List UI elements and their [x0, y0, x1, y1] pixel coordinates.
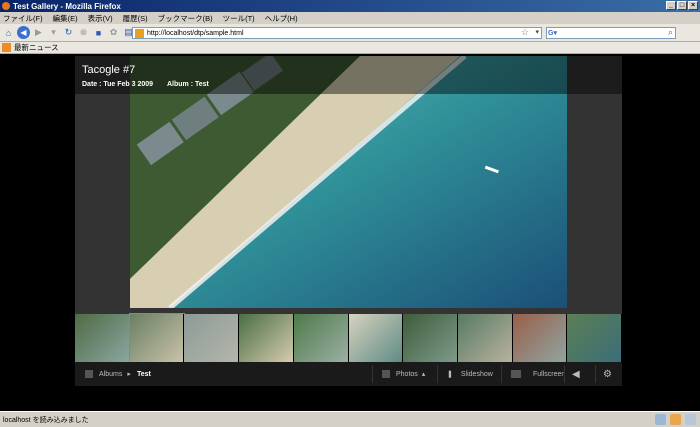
menu-help[interactable]: ヘルプ(H) [265, 13, 298, 24]
photo-album: Album : Test [167, 81, 209, 88]
menu-bar: ファイル(F) 編集(E) 表示(V) 履歴(S) ブックマーク(B) ツール(… [0, 12, 700, 24]
url-dropdown-icon[interactable]: ▾ [535, 28, 539, 36]
reload-icon[interactable]: ↻ [62, 26, 75, 39]
gallery-viewer: Tacogle #7 Date : Tue Feb 3 2009 Album :… [75, 56, 623, 386]
status-text: localhost を読み込みました [3, 416, 89, 424]
thumbnail[interactable] [348, 314, 404, 362]
photos-button[interactable]: Photos ▴ [382, 362, 425, 386]
thumbnail[interactable] [184, 314, 240, 362]
photo-title: Tacogle #7 [82, 64, 136, 76]
thumbnail[interactable] [239, 314, 294, 362]
google-icon[interactable]: G▾ [548, 29, 558, 38]
window-title: Test Gallery - Mozilla Firefox [13, 1, 121, 11]
fullscreen-button[interactable]: Fullscreen [511, 362, 565, 386]
previous-icon: ◀ [572, 368, 580, 380]
search-input[interactable]: G▾ ⌕ [546, 27, 676, 39]
thumbnail[interactable] [75, 314, 130, 362]
maximize-button[interactable]: □ [677, 1, 687, 10]
home-page-icon[interactable]: ■ [92, 26, 105, 39]
bookmark-star-icon[interactable]: ☆ [521, 27, 529, 38]
menu-file[interactable]: ファイル(F) [3, 13, 43, 24]
firefox-icon [2, 2, 10, 10]
previous-button[interactable]: ◀ [572, 362, 580, 386]
gallery-controls: Albums ▸ Test Photos ▴ ❚ Slideshow Fulls… [75, 362, 622, 386]
thumbnail-strip [75, 313, 623, 363]
security-icon[interactable] [685, 414, 696, 425]
addon-icon[interactable] [670, 414, 681, 425]
minimize-button[interactable]: _ [666, 1, 676, 10]
rss-icon [2, 43, 11, 52]
settings-icon[interactable]: ✿ [107, 26, 120, 39]
thumbnail[interactable] [293, 314, 349, 362]
slideshow-button[interactable]: ❚ Slideshow [447, 362, 493, 386]
site-favicon [135, 28, 144, 38]
bookmarks-toolbar: 最新ニュース [0, 42, 700, 54]
albums-button[interactable]: Albums ▸ [85, 362, 131, 386]
menu-bookmarks[interactable]: ブックマーク(B) [158, 13, 213, 24]
url-text: http://localhost/dtp/sample.html [147, 29, 244, 37]
menu-view[interactable]: 表示(V) [88, 13, 113, 24]
navigation-toolbar: ⌂ ◀ ▶ ▾ ↻ ⊗ ■ ✿ ▤ http://localhost/dtp/s… [0, 24, 700, 61]
albums-icon [85, 370, 93, 378]
menu-tools[interactable]: ツール(T) [223, 13, 255, 24]
chevron-up-icon: ▴ [421, 371, 426, 378]
thumbnail[interactable] [403, 314, 458, 362]
slideshow-label: Slideshow [460, 370, 493, 378]
status-bar: localhost を読み込みました [0, 411, 700, 427]
close-button[interactable]: × [688, 1, 698, 10]
back-button[interactable]: ◀ [17, 26, 30, 39]
albums-label: Albums [99, 370, 123, 378]
window-titlebar: Test Gallery - Mozilla Firefox _ □ × [0, 0, 700, 12]
thumbnail[interactable] [512, 314, 568, 362]
thumbnail[interactable] [128, 313, 186, 363]
home-icon[interactable]: ⌂ [2, 26, 15, 39]
photos-grid-icon [382, 370, 390, 378]
bookmark-latest-news[interactable]: 最新ニュース [14, 42, 59, 53]
photos-label: Photos [396, 370, 418, 378]
page-content: Tacogle #7 Date : Tue Feb 3 2009 Album :… [0, 54, 700, 411]
history-dropdown-icon[interactable]: ▾ [47, 26, 60, 39]
chevron-right-icon: ▸ [127, 371, 131, 378]
forward-button[interactable]: ▶ [32, 26, 45, 39]
settings-button[interactable]: ⚙ [603, 362, 612, 386]
fullscreen-label: Fullscreen [533, 370, 566, 378]
current-album[interactable]: Test [137, 362, 151, 386]
menu-edit[interactable]: 編集(E) [53, 13, 78, 24]
thumbnail[interactable] [457, 314, 513, 362]
menu-history[interactable]: 履歴(S) [123, 13, 148, 24]
current-album-label: Test [137, 370, 151, 378]
network-icon[interactable] [655, 414, 666, 425]
thumbnail[interactable] [567, 314, 623, 362]
photo-date: Date : Tue Feb 3 2009 [82, 81, 154, 88]
search-icon[interactable]: ⌕ [668, 27, 673, 38]
address-bar[interactable]: http://localhost/dtp/sample.html ☆ ▾ [132, 27, 542, 39]
gear-icon: ⚙ [603, 368, 612, 380]
photo-header: Tacogle #7 Date : Tue Feb 3 2009 Album :… [75, 56, 622, 94]
pause-icon: ❚ [447, 371, 453, 378]
fullscreen-icon [511, 370, 521, 378]
stop-icon[interactable]: ⊗ [77, 26, 90, 39]
